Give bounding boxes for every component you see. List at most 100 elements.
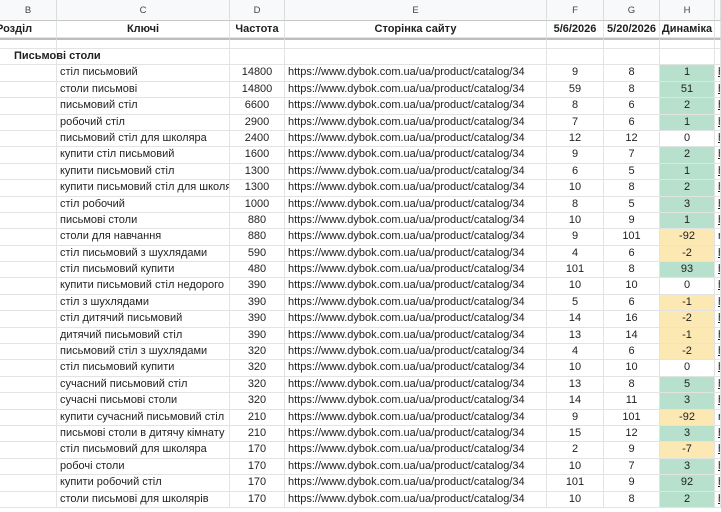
cell[interactable] <box>604 38 660 49</box>
dynamics-cell[interactable]: -7 <box>660 442 715 459</box>
position-date-1-cell[interactable]: 8 <box>547 196 604 213</box>
url-cell[interactable]: https://www.dybok.com.ua/ua/product/cata… <box>285 81 547 99</box>
frequency-cell[interactable]: 1000 <box>230 196 285 213</box>
frequency-cell[interactable]: 170 <box>230 458 285 476</box>
dynamics-cell[interactable]: -92 <box>660 229 715 246</box>
url-cell[interactable]: https://www.dybok.com.ua/ua/product/cata… <box>285 425 547 443</box>
overflow-cell[interactable]: h <box>715 327 721 345</box>
cell[interactable] <box>547 38 604 49</box>
url-cell[interactable]: https://www.dybok.com.ua/ua/product/cata… <box>285 130 547 148</box>
frequency-cell[interactable]: 2900 <box>230 114 285 131</box>
overflow-cell[interactable]: h <box>715 196 721 213</box>
razdil-cell[interactable] <box>0 278 57 295</box>
keyword-cell[interactable]: стіл письмовий <box>57 65 230 82</box>
dynamics-cell[interactable]: 1 <box>660 114 715 131</box>
dynamics-cell[interactable]: 51 <box>660 81 715 99</box>
keyword-cell[interactable]: купити сучасний письмовий стіл <box>57 409 230 426</box>
url-cell[interactable]: https://www.dybok.com.ua/ua/product/cata… <box>285 344 547 361</box>
keyword-cell[interactable]: письмовий стіл з шухлядами <box>57 344 230 361</box>
url-cell[interactable]: https://www.dybok.com.ua/ua/product/cata… <box>285 147 547 164</box>
position-date-2-cell[interactable]: 14 <box>604 327 660 345</box>
position-date-1-cell[interactable]: 13 <box>547 327 604 345</box>
frequency-cell[interactable]: 14800 <box>230 81 285 99</box>
position-date-1-cell[interactable]: 10 <box>547 458 604 476</box>
keyword-cell[interactable]: стіл письмовий з шухлядами <box>57 245 230 263</box>
cell[interactable] <box>715 38 721 49</box>
dynamics-cell[interactable]: 2 <box>660 147 715 164</box>
overflow-cell[interactable]: h <box>715 491 721 508</box>
overflow-cell[interactable]: h <box>715 262 721 279</box>
url-cell[interactable]: https://www.dybok.com.ua/ua/product/cata… <box>285 245 547 263</box>
position-date-2-cell[interactable]: 6 <box>604 344 660 361</box>
razdil-cell[interactable] <box>0 491 57 508</box>
url-cell[interactable]: https://www.dybok.com.ua/ua/product/cata… <box>285 196 547 213</box>
url-cell[interactable]: https://www.dybok.com.ua/ua/product/cata… <box>285 376 547 394</box>
position-date-1-cell[interactable]: 7 <box>547 114 604 131</box>
dynamics-cell[interactable]: -2 <box>660 245 715 263</box>
frequency-cell[interactable]: 170 <box>230 442 285 459</box>
frequency-cell[interactable]: 590 <box>230 245 285 263</box>
dynamics-cell[interactable]: 3 <box>660 196 715 213</box>
dynamics-cell[interactable]: -2 <box>660 311 715 328</box>
keyword-cell[interactable]: письмовий стіл <box>57 98 230 115</box>
frequency-cell[interactable]: 320 <box>230 344 285 361</box>
razdil-cell[interactable] <box>0 163 57 181</box>
keyword-cell[interactable]: купити стіл письмовий <box>57 147 230 164</box>
frequency-cell[interactable]: 2400 <box>230 130 285 148</box>
cell[interactable] <box>230 38 285 49</box>
frequency-cell[interactable]: 320 <box>230 376 285 394</box>
header-date-1[interactable]: 5/6/2026 <box>547 21 604 38</box>
position-date-1-cell[interactable]: 12 <box>547 130 604 148</box>
overflow-cell[interactable]: h <box>715 294 721 312</box>
position-date-1-cell[interactable]: 6 <box>547 163 604 181</box>
dynamics-cell[interactable]: -1 <box>660 294 715 312</box>
url-cell[interactable]: https://www.dybok.com.ua/ua/product/cata… <box>285 163 547 181</box>
position-date-1-cell[interactable]: 101 <box>547 475 604 492</box>
dynamics-cell[interactable]: 1 <box>660 212 715 230</box>
razdil-cell[interactable] <box>0 130 57 148</box>
dynamics-cell[interactable]: 3 <box>660 393 715 410</box>
url-cell[interactable]: https://www.dybok.com.ua/ua/product/cata… <box>285 212 547 230</box>
position-date-1-cell[interactable]: 4 <box>547 344 604 361</box>
position-date-1-cell[interactable]: 10 <box>547 212 604 230</box>
overflow-cell[interactable]: h <box>715 442 721 459</box>
position-date-2-cell[interactable]: 6 <box>604 98 660 115</box>
position-date-2-cell[interactable]: 12 <box>604 130 660 148</box>
header-site-page[interactable]: Сторінка сайту <box>285 21 547 38</box>
overflow-cell[interactable]: h <box>715 393 721 410</box>
position-date-2-cell[interactable]: 8 <box>604 376 660 394</box>
cell[interactable] <box>715 49 721 66</box>
url-cell[interactable]: https://www.dybok.com.ua/ua/product/cata… <box>285 65 547 82</box>
url-cell[interactable]: https://www.dybok.com.ua/ua/product/cata… <box>285 311 547 328</box>
razdil-cell[interactable] <box>0 311 57 328</box>
dynamics-cell[interactable]: 2 <box>660 98 715 115</box>
dynamics-cell[interactable]: 5 <box>660 376 715 394</box>
position-date-2-cell[interactable]: 10 <box>604 278 660 295</box>
razdil-cell[interactable] <box>0 245 57 263</box>
column-header-g[interactable]: G <box>604 0 660 21</box>
header-extra[interactable] <box>715 21 721 38</box>
razdil-cell[interactable] <box>0 294 57 312</box>
frequency-cell[interactable]: 880 <box>230 212 285 230</box>
keyword-cell[interactable]: купити письмовий стіл недорого <box>57 278 230 295</box>
overflow-cell[interactable]: h <box>715 344 721 361</box>
url-cell[interactable]: https://www.dybok.com.ua/ua/product/cata… <box>285 327 547 345</box>
position-date-1-cell[interactable]: 10 <box>547 278 604 295</box>
dynamics-cell[interactable]: -2 <box>660 344 715 361</box>
razdil-cell[interactable] <box>0 98 57 115</box>
position-date-1-cell[interactable]: 101 <box>547 262 604 279</box>
dynamics-cell[interactable]: 2 <box>660 491 715 508</box>
frequency-cell[interactable]: 6600 <box>230 98 285 115</box>
razdil-cell[interactable] <box>0 442 57 459</box>
keyword-cell[interactable]: дитячий письмовий стіл <box>57 327 230 345</box>
razdil-cell[interactable] <box>0 196 57 213</box>
cell[interactable] <box>547 49 604 66</box>
overflow-cell[interactable]: n <box>715 409 721 426</box>
column-header-h[interactable]: H <box>660 0 715 21</box>
position-date-1-cell[interactable]: 8 <box>547 98 604 115</box>
cell[interactable] <box>285 49 547 66</box>
dynamics-cell[interactable]: 93 <box>660 262 715 279</box>
url-cell[interactable]: https://www.dybok.com.ua/ua/product/cata… <box>285 360 547 377</box>
frequency-cell[interactable]: 320 <box>230 393 285 410</box>
dynamics-cell[interactable]: 3 <box>660 425 715 443</box>
